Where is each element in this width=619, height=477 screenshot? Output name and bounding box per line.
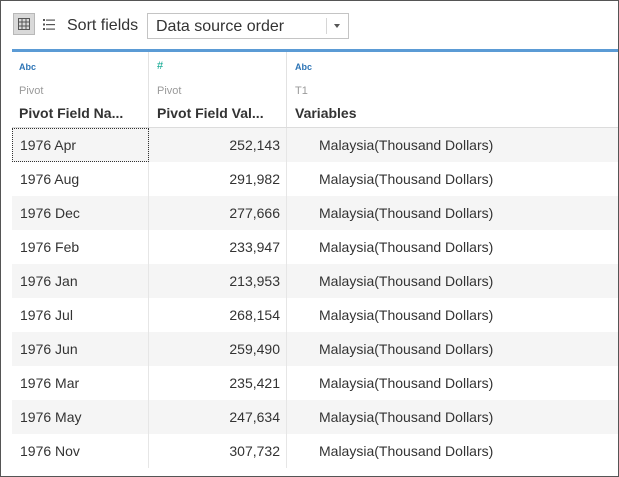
table-cell-variables[interactable]: Malaysia(Thousand Dollars) [288, 196, 618, 230]
column-source-label: Pivot [157, 85, 182, 97]
sort-fields-value: Data source order [156, 18, 285, 35]
column-source-label: Pivot [19, 85, 44, 97]
number-type-icon[interactable]: # [157, 60, 163, 72]
toolbar: Sort fields Data source order [1, 1, 618, 49]
table-cell-pivot-field-value[interactable]: 213,953 [150, 264, 287, 298]
column-header-variables[interactable]: Abc T1 Variables [288, 52, 618, 127]
table-cell-pivot-field-value[interactable]: 291,982 [150, 162, 287, 196]
table-cell-variables[interactable]: Malaysia(Thousand Dollars) [288, 128, 618, 162]
table-cell-pivot-field-value[interactable]: 259,490 [150, 332, 287, 366]
column-field-name[interactable]: Variables [295, 104, 357, 122]
table-cell-pivot-field-name[interactable]: 1976 Dec [12, 196, 149, 230]
table-row[interactable]: 1976 Nov 307,732 Malaysia(Thousand Dolla… [12, 434, 618, 468]
table-row[interactable]: 1976 May 247,634 Malaysia(Thousand Dolla… [12, 400, 618, 434]
table-cell-variables[interactable]: Malaysia(Thousand Dollars) [288, 230, 618, 264]
grid-icon [18, 18, 30, 30]
table-cell-variables[interactable]: Malaysia(Thousand Dollars) [288, 264, 618, 298]
table-cell-variables[interactable]: Malaysia(Thousand Dollars) [288, 332, 618, 366]
table-cell-pivot-field-name[interactable]: 1976 Jan [12, 264, 149, 298]
table-cell-pivot-field-value[interactable]: 252,143 [150, 128, 287, 162]
table-cell-variables[interactable]: Malaysia(Thousand Dollars) [288, 366, 618, 400]
sort-fields-label: Sort fields [67, 17, 139, 34]
table-cell-variables[interactable]: Malaysia(Thousand Dollars) [288, 400, 618, 434]
table-cell-pivot-field-value[interactable]: 307,732 [150, 434, 287, 468]
column-field-name[interactable]: Pivot Field Na... [19, 104, 123, 122]
string-type-icon[interactable]: Abc [19, 61, 36, 73]
sort-fields-dropdown[interactable]: Data source order [147, 13, 349, 39]
table-row[interactable]: 1976 Aug 291,982 Malaysia(Thousand Dolla… [12, 162, 618, 196]
table-row[interactable]: 1976 Apr 252,143 Malaysia(Thousand Dolla… [12, 128, 618, 162]
table-cell-pivot-field-value[interactable]: 268,154 [150, 298, 287, 332]
table-cell-variables[interactable]: Malaysia(Thousand Dollars) [288, 162, 618, 196]
table-row[interactable]: 1976 Jun 259,490 Malaysia(Thousand Dolla… [12, 332, 618, 366]
table-row[interactable]: 1976 Jul 268,154 Malaysia(Thousand Dolla… [12, 298, 618, 332]
table-cell-pivot-field-name[interactable]: 1976 Apr [12, 128, 149, 162]
table-cell-pivot-field-name[interactable]: 1976 Aug [12, 162, 149, 196]
list-icon [43, 18, 55, 30]
table-cell-pivot-field-name[interactable]: 1976 Mar [12, 366, 149, 400]
table-cell-pivot-field-name[interactable]: 1976 Jun [12, 332, 149, 366]
column-header-pivot-field-values[interactable]: # Pivot Pivot Field Val... [150, 52, 287, 127]
table-cell-variables[interactable]: Malaysia(Thousand Dollars) [288, 434, 618, 468]
table-cell-variables[interactable]: Malaysia(Thousand Dollars) [288, 298, 618, 332]
string-type-icon[interactable]: Abc [295, 61, 312, 73]
column-source-label: T1 [295, 85, 308, 97]
grid-view-button[interactable] [13, 13, 35, 35]
table-cell-pivot-field-name[interactable]: 1976 Nov [12, 434, 149, 468]
table-cell-pivot-field-value[interactable]: 247,634 [150, 400, 287, 434]
table-cell-pivot-field-value[interactable]: 235,421 [150, 366, 287, 400]
table-row[interactable]: 1976 Dec 277,666 Malaysia(Thousand Dolla… [12, 196, 618, 230]
column-header-pivot-field-names[interactable]: Abc Pivot Pivot Field Na... [12, 52, 149, 127]
list-view-button[interactable] [38, 13, 60, 35]
table-row[interactable]: 1976 Mar 235,421 Malaysia(Thousand Dolla… [12, 366, 618, 400]
table-cell-pivot-field-name[interactable]: 1976 Jul [12, 298, 149, 332]
table-cell-pivot-field-name[interactable]: 1976 Feb [12, 230, 149, 264]
data-grid-panel: Sort fields Data source order Abc Pivot … [0, 0, 619, 477]
column-field-name[interactable]: Pivot Field Val... [157, 104, 264, 122]
table-cell-pivot-field-name[interactable]: 1976 May [12, 400, 149, 434]
dropdown-divider [326, 18, 327, 34]
data-rows: 1976 Apr 252,143 Malaysia(Thousand Dolla… [12, 128, 618, 468]
table-row[interactable]: 1976 Jan 213,953 Malaysia(Thousand Dolla… [12, 264, 618, 298]
chevron-down-icon[interactable] [334, 24, 340, 28]
table-cell-pivot-field-value[interactable]: 233,947 [150, 230, 287, 264]
table-row[interactable]: 1976 Feb 233,947 Malaysia(Thousand Dolla… [12, 230, 618, 264]
table-cell-pivot-field-value[interactable]: 277,666 [150, 196, 287, 230]
